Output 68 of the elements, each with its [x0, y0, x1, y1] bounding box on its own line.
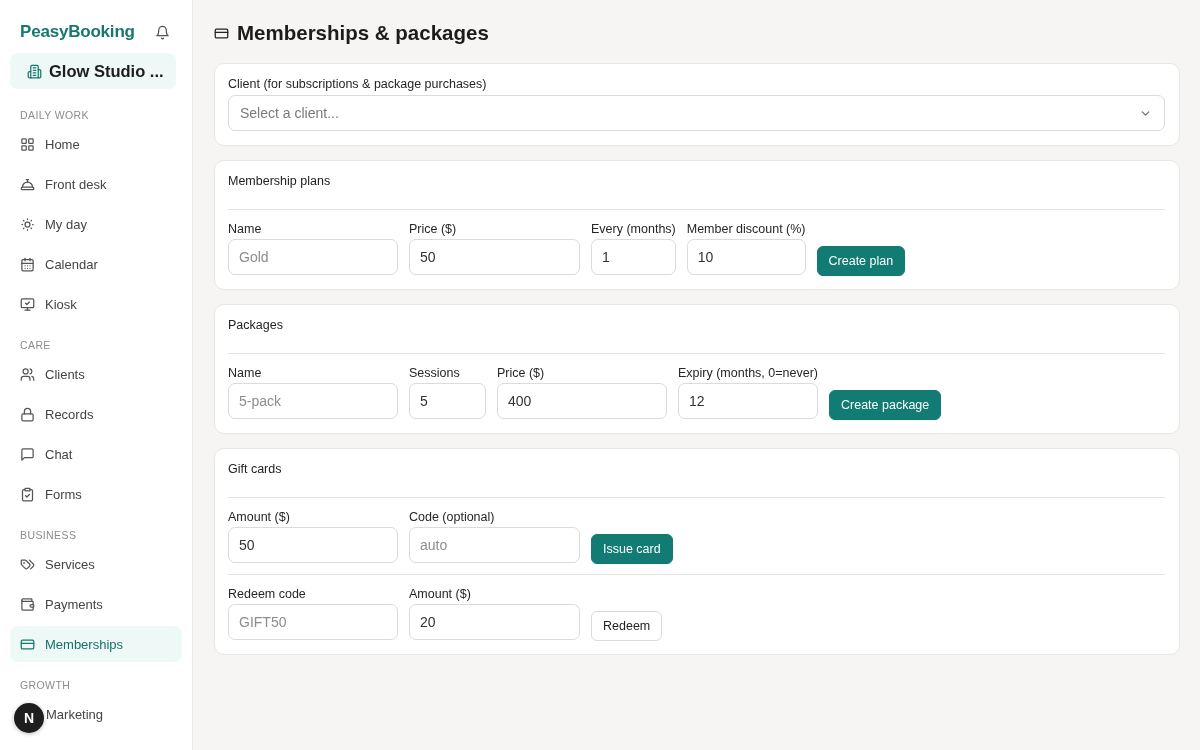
section-label: GROWTH [19, 678, 72, 692]
nav-item[interactable]: Services [10, 546, 182, 582]
field-label: Name [228, 365, 263, 381]
nav-item[interactable]: Home [10, 126, 182, 162]
field-label: Amount ($) [409, 586, 472, 602]
nav-item[interactable]: Front desk [10, 166, 182, 202]
input-field[interactable]: 50 [228, 527, 398, 563]
input-field[interactable]: 10 [686, 239, 806, 275]
field-label: Client (for subscriptions & package purchases) [228, 76, 488, 92]
nav-item[interactable]: Memberships [10, 626, 182, 662]
field-label: Redeem code [228, 586, 307, 602]
users-icon [20, 366, 35, 382]
input-field[interactable]: GIFT50 [228, 604, 398, 640]
chat-bubble-icon [20, 446, 35, 462]
card-title: Membership plans [228, 173, 332, 190]
field-label: Member discount (%) [686, 221, 806, 237]
primary-button[interactable]: Create plan [816, 246, 906, 276]
grid-icon [20, 136, 35, 152]
input-field[interactable]: 5-pack [228, 383, 398, 419]
section-label: DAILY WORK [19, 108, 90, 122]
field-label: Expiry (months, 0=never) [678, 365, 818, 381]
input-field[interactable]: 5 [409, 383, 486, 419]
input-field[interactable]: auto [409, 527, 580, 563]
primary-button[interactable]: Issue card [591, 534, 673, 564]
input-field[interactable]: 400 [497, 383, 667, 419]
nav-item[interactable]: My day [10, 206, 182, 242]
nav-item[interactable]: Forms [10, 476, 182, 512]
nav-item[interactable]: Clients [10, 356, 182, 392]
sun-icon [20, 216, 35, 232]
credit-card-icon [20, 636, 35, 652]
nav-item[interactable]: Marketing [46, 696, 182, 732]
notifications-icon[interactable] [155, 24, 170, 40]
field-label: Amount ($) [228, 509, 291, 525]
wallet-icon [20, 596, 35, 612]
nav-item[interactable]: Chat [10, 436, 182, 472]
lock-icon [20, 406, 35, 422]
input-field[interactable]: 1 [591, 239, 676, 275]
client-select[interactable]: Select a client... [228, 95, 1165, 131]
secondary-button[interactable]: Redeem [591, 611, 663, 641]
monitor-check-icon [20, 296, 35, 312]
field-label: Price ($) [497, 365, 546, 381]
input-field[interactable]: 50 [409, 239, 580, 275]
field-label: Price ($) [409, 221, 458, 237]
card-title: Packages [228, 317, 284, 334]
section-label: CARE [19, 338, 52, 352]
input-field[interactable]: 20 [409, 604, 580, 640]
clipboard-check-icon [20, 486, 35, 502]
nav-item[interactable]: Kiosk [10, 286, 182, 322]
field-label: Code (optional) [409, 509, 496, 525]
service-bell-icon [20, 176, 35, 192]
page-title: Memberships & packages [237, 21, 489, 45]
nav-item[interactable]: Records [10, 396, 182, 432]
primary-button[interactable]: Create package [829, 390, 942, 420]
brand-logo: PeasyBooking [20, 22, 135, 42]
workspace-switcher[interactable]: Glow Studio ... [10, 53, 176, 89]
calendar-icon [20, 256, 35, 272]
credit-card-icon [214, 25, 229, 41]
section-label: BUSINESS [19, 528, 78, 542]
field-label: Name [228, 221, 263, 237]
input-field[interactable]: Gold [228, 239, 398, 275]
input-field[interactable]: 12 [678, 383, 818, 419]
nav-item[interactable]: Calendar [10, 246, 182, 282]
field-label: Sessions [409, 365, 461, 381]
nav-item[interactable]: Payments [10, 586, 182, 622]
building-icon [27, 63, 42, 79]
tags-icon [20, 556, 35, 572]
card-title: Gift cards [228, 461, 283, 478]
field-label: Every (months) [591, 221, 676, 237]
